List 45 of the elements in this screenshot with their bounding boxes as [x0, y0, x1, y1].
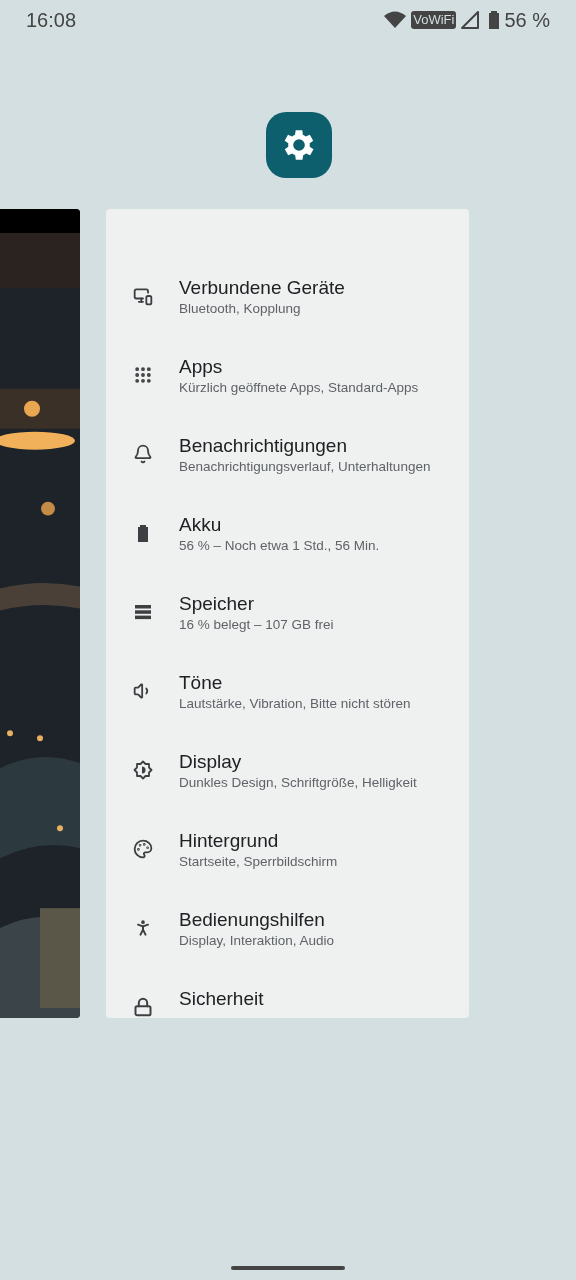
- settings-item[interactable]: Display Dunkles Design, Schriftgröße, Helligkeit: [106, 732, 469, 811]
- apps-grid-icon: [132, 365, 153, 385]
- settings-item[interactable]: Verbundene Geräte Bluetooth, Kopplung: [106, 258, 469, 337]
- item-subtitle: Startseite, Sperrbildschirm: [179, 853, 338, 871]
- item-subtitle: Display, Interaktion, Audio: [179, 932, 335, 950]
- item-subtitle: Lautstärke, Vibration, Bitte nicht stören: [179, 695, 411, 713]
- item-subtitle: Benachrichtigungsverlauf, Unterhaltungen: [179, 458, 431, 476]
- settings-app-icon[interactable]: [266, 112, 332, 178]
- palette-icon: [132, 839, 153, 859]
- item-title: Töne: [179, 671, 224, 695]
- settings-item[interactable]: Benachrichtigungen Benachrichtigungsverlauf, Unterhaltungen: [106, 416, 469, 495]
- lock-icon: [132, 997, 153, 1017]
- item-subtitle: Dunkles Design, Schriftgröße, Helligkeit: [179, 774, 417, 792]
- signal-icon: [460, 10, 481, 30]
- item-subtitle: 56 % – Noch etwa 1 Std., 56 Min.: [179, 537, 380, 555]
- settings-item[interactable]: Apps Kürzlich geöffnete Apps, Standard-Apps: [106, 337, 469, 416]
- settings-item[interactable]: Hintergrund Startseite, Sperrbildschirm: [106, 811, 469, 890]
- item-title: Apps: [179, 355, 224, 379]
- home-handle[interactable]: [231, 1266, 345, 1270]
- settings-item[interactable]: Bedienungshilfen Display, Interaktion, Audio: [106, 890, 469, 969]
- item-title: Bedienungshilfen: [179, 908, 326, 932]
- item-title: Benachrichtigungen: [179, 434, 348, 458]
- battery-percent: 56 %: [504, 8, 550, 33]
- item-title: Verbundene Geräte: [179, 276, 345, 300]
- settings-item[interactable]: Akku 56 % – Noch etwa 1 Std., 56 Min.: [106, 495, 469, 574]
- clock: 16:08: [26, 8, 77, 33]
- item-subtitle: Kürzlich geöffnete Apps, Standard-Apps: [179, 379, 419, 397]
- item-subtitle: 16 % belegt – 107 GB frei: [179, 616, 334, 634]
- battery-icon: [488, 10, 501, 30]
- item-title: Akku: [179, 513, 223, 537]
- devices-icon: [132, 286, 153, 306]
- settings-item[interactable]: Speicher 16 % belegt – 107 GB frei: [106, 574, 469, 653]
- item-title: Hintergrund: [179, 829, 280, 853]
- settings-item[interactable]: Töne Lautstärke, Vibration, Bitte nicht stören: [106, 653, 469, 732]
- item-title: Display: [179, 750, 243, 774]
- wifi-icon: [383, 10, 408, 30]
- item-title: Speicher: [179, 592, 255, 616]
- brightness-icon: [132, 760, 153, 780]
- settings-item[interactable]: Sicherheit: [106, 969, 469, 1018]
- storage-icon: [132, 602, 153, 622]
- vowifi-label: VoWiFi: [411, 11, 457, 29]
- bell-icon: [132, 444, 153, 464]
- item-title: Sicherheit: [179, 987, 264, 1011]
- item-subtitle: Bluetooth, Kopplung: [179, 300, 302, 318]
- app-preview-card[interactable]: [106, 209, 469, 1018]
